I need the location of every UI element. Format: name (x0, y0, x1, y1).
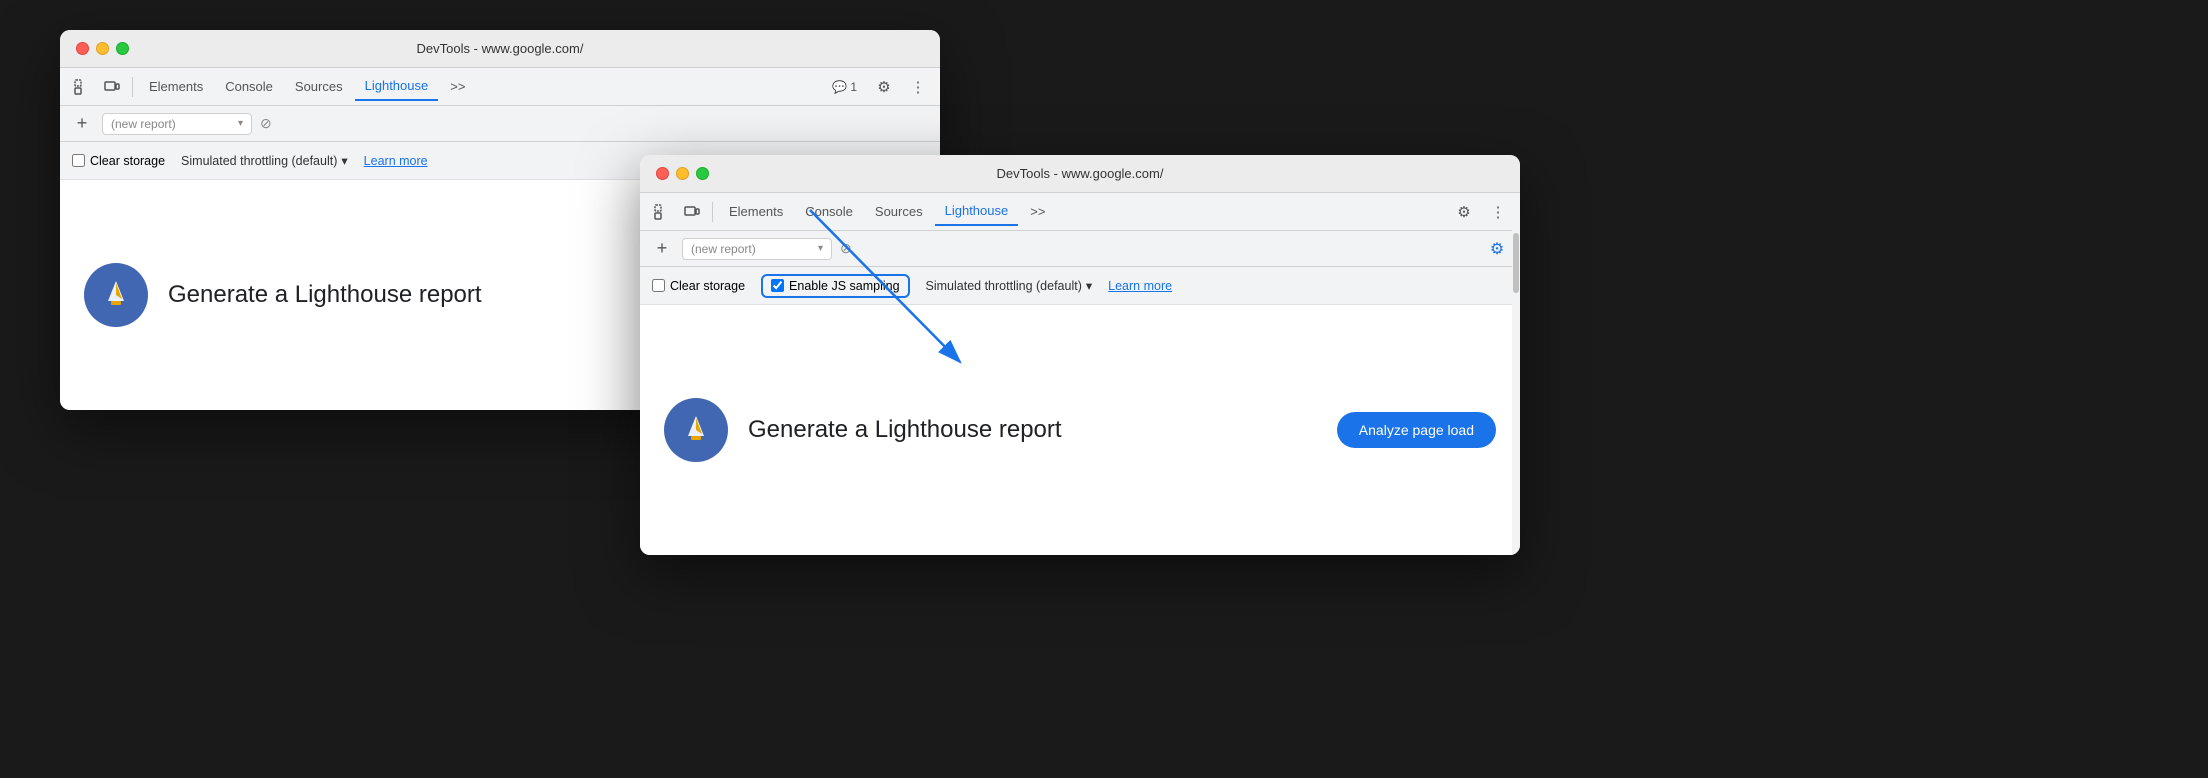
throttle-arrow-back: ▾ (341, 153, 347, 168)
scrollbar-track (1512, 193, 1520, 555)
console-count-back: 1 (850, 80, 857, 94)
close-button-back[interactable] (76, 42, 89, 55)
dropdown-arrow-front: ▾ (818, 243, 823, 254)
device-icon-front[interactable] (678, 198, 706, 226)
learn-more-link-back[interactable]: Learn more (364, 154, 428, 168)
throttle-label-back: Simulated throttling (default) (181, 154, 337, 168)
title-bar-back: DevTools - www.google.com/ (60, 30, 940, 68)
lighthouse-logo-back (84, 263, 148, 327)
traffic-lights-back (76, 42, 129, 55)
tab-sources-front[interactable]: Sources (865, 198, 933, 225)
delete-report-button-front[interactable]: ⊘ (840, 240, 852, 257)
inspector-icon-front[interactable] (648, 198, 676, 226)
tab-console-back[interactable]: Console (215, 73, 283, 100)
tab-elements-front[interactable]: Elements (719, 198, 793, 225)
close-button-front[interactable] (656, 167, 669, 180)
report-bar-front: + (new report) ▾ ⊘ ⚙ (640, 231, 1520, 267)
more-icon-back[interactable]: ⋮ (904, 73, 932, 101)
settings-icon-front[interactable]: ⚙ (1450, 198, 1478, 226)
tab-separator-back (132, 77, 133, 97)
settings-icon-back[interactable]: ⚙ (870, 73, 898, 101)
tab-separator-front (712, 202, 713, 222)
tab-console-front[interactable]: Console (795, 198, 863, 225)
maximize-button-front[interactable] (696, 167, 709, 180)
tab-lighthouse-back[interactable]: Lighthouse (355, 72, 439, 101)
console-badge-back[interactable]: 💬 1 (825, 77, 864, 97)
tabs-bar-back: Elements Console Sources Lighthouse >> 💬… (60, 68, 940, 106)
enable-js-sampling-label: Enable JS sampling (789, 279, 899, 293)
enable-js-sampling-input[interactable] (771, 279, 784, 292)
main-content-front: Generate a Lighthouse report Analyze pag… (640, 305, 1520, 555)
enable-js-sampling-checkbox[interactable]: Enable JS sampling (761, 274, 909, 298)
delete-report-button-back[interactable]: ⊘ (260, 115, 272, 132)
minimize-button-front[interactable] (676, 167, 689, 180)
clear-storage-checkbox-back[interactable]: Clear storage (72, 154, 165, 168)
clear-storage-input-back[interactable] (72, 154, 85, 167)
tab-more-back[interactable]: >> (440, 73, 475, 100)
learn-more-link-front[interactable]: Learn more (1108, 279, 1172, 293)
more-icon-front[interactable]: ⋮ (1484, 198, 1512, 226)
minimize-button-back[interactable] (96, 42, 109, 55)
analyze-page-load-button[interactable]: Analyze page load (1337, 412, 1496, 448)
report-select-text-front: (new report) (691, 242, 814, 256)
clear-storage-label-front: Clear storage (670, 279, 745, 293)
inspector-icon-back[interactable] (68, 73, 96, 101)
throttle-select-front[interactable]: Simulated throttling (default) ▾ (926, 278, 1093, 293)
tabs-right-front: ⚙ ⋮ (1450, 198, 1512, 226)
tabs-bar-front: Elements Console Sources Lighthouse >> ⚙… (640, 193, 1520, 231)
clear-storage-label-back: Clear storage (90, 154, 165, 168)
tab-elements-back[interactable]: Elements (139, 73, 213, 100)
clear-storage-input-front[interactable] (652, 279, 665, 292)
report-bar-back: + (new report) ▾ ⊘ (60, 106, 940, 142)
devtools-window-front: DevTools - www.google.com/ Elements Cons… (640, 155, 1520, 555)
traffic-lights-front (656, 167, 709, 180)
tab-lighthouse-front[interactable]: Lighthouse (935, 197, 1019, 226)
generate-title-back: Generate a Lighthouse report (168, 281, 482, 309)
report-select-front[interactable]: (new report) ▾ (682, 238, 832, 260)
report-select-text-back: (new report) (111, 117, 234, 131)
title-bar-front: DevTools - www.google.com/ (640, 155, 1520, 193)
options-bar-front: Clear storage Enable JS sampling Simulat… (640, 267, 1520, 305)
add-report-button-back[interactable]: + (70, 112, 94, 136)
clear-storage-checkbox-front[interactable]: Clear storage (652, 279, 745, 293)
console-icon-back: 💬 (832, 80, 847, 94)
add-report-button-front[interactable]: + (650, 237, 674, 261)
tab-more-front[interactable]: >> (1020, 198, 1055, 225)
tabs-right-back: 💬 1 ⚙ ⋮ (825, 73, 932, 101)
throttle-label-front: Simulated throttling (default) (926, 279, 1082, 293)
scrollbar-thumb[interactable] (1513, 233, 1519, 293)
window-title-front: DevTools - www.google.com/ (997, 166, 1164, 181)
gear-blue-button-front[interactable]: ⚙ (1484, 236, 1510, 262)
throttle-arrow-front: ▾ (1086, 278, 1092, 293)
throttle-select-back[interactable]: Simulated throttling (default) ▾ (181, 153, 348, 168)
window-title-back: DevTools - www.google.com/ (417, 41, 584, 56)
dropdown-arrow-back: ▾ (238, 118, 243, 129)
maximize-button-back[interactable] (116, 42, 129, 55)
device-icon-back[interactable] (98, 73, 126, 101)
lighthouse-logo-front (664, 398, 728, 462)
tab-sources-back[interactable]: Sources (285, 73, 353, 100)
generate-title-front: Generate a Lighthouse report (748, 416, 1062, 444)
report-select-back[interactable]: (new report) ▾ (102, 113, 252, 135)
